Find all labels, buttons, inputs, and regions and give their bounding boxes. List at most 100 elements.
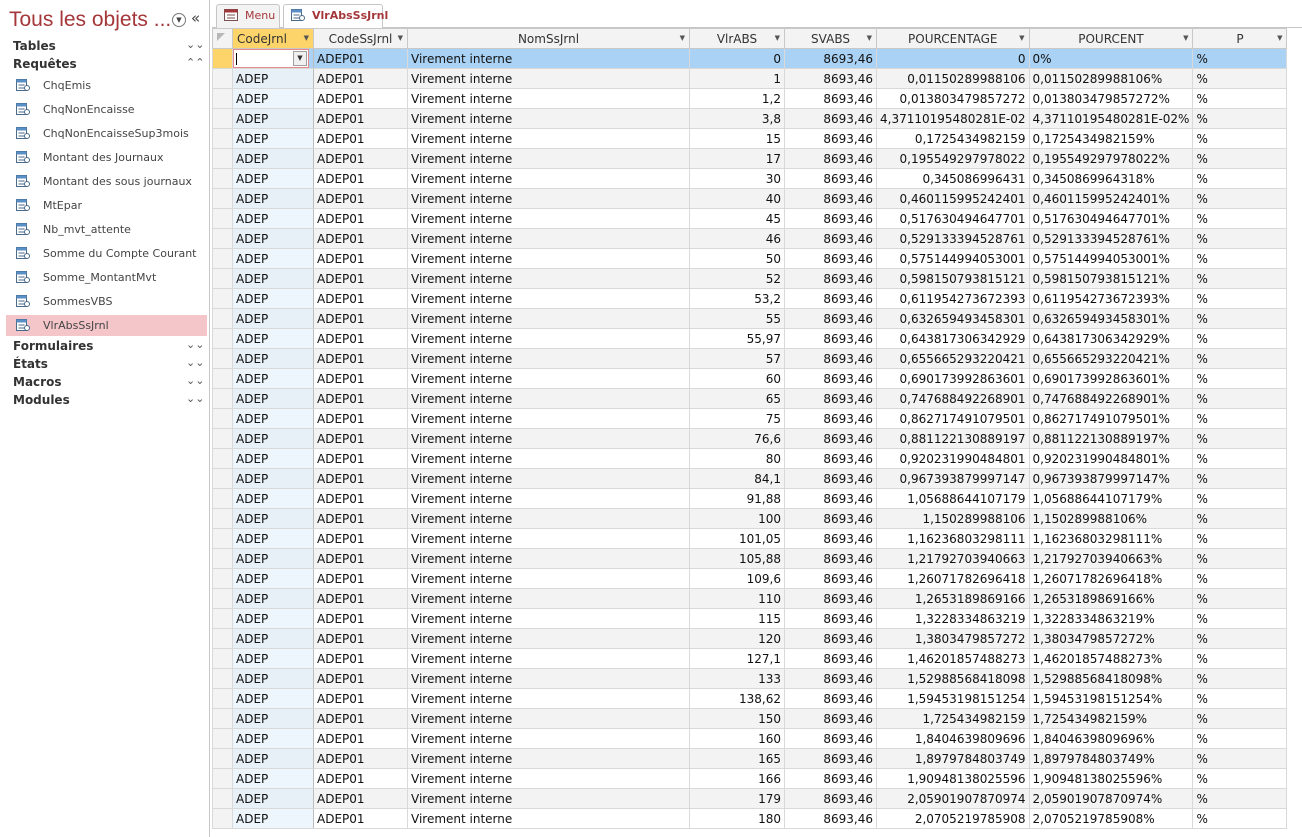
cell-nomssjrnl[interactable]: Virement interne (407, 468, 690, 489)
table-row[interactable]: ADEP ADEP01 Virement interne 133 8693,46 1,52… (212, 668, 1288, 689)
nav-item-query[interactable]: Somme du Compte Courant (6, 243, 207, 264)
table-row[interactable]: ADEP ADEP01 Virement interne 110 8693,46 1,26… (212, 588, 1288, 609)
nav-title[interactable]: Tous les objets ... (9, 8, 171, 32)
cell-p[interactable]: % (1192, 308, 1288, 329)
cell-vlrabs[interactable]: 0 (689, 48, 785, 69)
table-row[interactable]: ADEP ADEP01 Virement interne 52 8693,46 0,598… (212, 268, 1288, 289)
sort-filter-dropdown-icon[interactable]: ▼ (1019, 34, 1024, 42)
cell-nomssjrnl[interactable]: Virement interne (407, 728, 690, 749)
cell-nomssjrnl[interactable]: Virement interne (407, 668, 690, 689)
record-selector[interactable] (212, 48, 233, 69)
nav-item-query[interactable]: ChqEmis (6, 75, 207, 96)
nav-item-query[interactable]: ChqNonEncaisseSup3mois (6, 123, 207, 144)
cell-p[interactable]: % (1192, 408, 1288, 429)
cell-pourcent[interactable]: 0,529133394528761% (1028, 228, 1194, 249)
cell-svabs[interactable]: 8693,46 (784, 368, 877, 389)
record-selector[interactable] (212, 268, 233, 289)
nav-group-macros[interactable]: Macros ⌄⌄ (0, 374, 208, 392)
table-row[interactable]: ADEP ADEP01 Virement interne 115 8693,46 1,32… (212, 608, 1288, 629)
cell-codessjrnl[interactable]: ADEP01 (313, 788, 408, 809)
cell-codejrnl[interactable]: ADEP (232, 288, 314, 309)
table-row[interactable]: ADEP ADEP01 Virement interne 166 8693,46 1,90… (212, 768, 1288, 789)
record-selector[interactable] (212, 668, 233, 689)
cell-codessjrnl[interactable]: ADEP01 (313, 428, 408, 449)
cell-pourcentage[interactable]: 0,195549297978022 (876, 148, 1030, 169)
cell-p[interactable]: % (1192, 808, 1288, 829)
cell-codejrnl[interactable]: ADEP (232, 548, 314, 569)
cell-svabs[interactable]: 8693,46 (784, 68, 877, 89)
cell-svabs[interactable]: 8693,46 (784, 228, 877, 249)
cell-svabs[interactable]: 8693,46 (784, 408, 877, 429)
cell-svabs[interactable]: 8693,46 (784, 808, 877, 829)
column-header-vlrabs[interactable]: VlrABS ▼ (689, 28, 785, 49)
cell-pourcentage[interactable]: 0,1725434982159 (876, 128, 1030, 149)
nav-menu-dropdown-icon[interactable]: ▼ (172, 13, 186, 27)
record-selector[interactable] (212, 688, 233, 709)
cell-svabs[interactable]: 8693,46 (784, 748, 877, 769)
table-row[interactable]: ADEP ADEP01 Virement interne 160 8693,46 1,84… (212, 728, 1288, 749)
table-row[interactable]: ADEP ADEP01 Virement interne 40 8693,46 0,460… (212, 188, 1288, 209)
table-row[interactable]: ADEP ADEP01 Virement interne 109,6 8693,46 1,… (212, 568, 1288, 589)
table-row[interactable]: ADEP ADEP01 Virement interne 1,2 8693,46 0,01… (212, 88, 1288, 109)
table-row[interactable]: ADEP ADEP01 Virement interne 53,2 8693,46 0,6… (212, 288, 1288, 309)
cell-codessjrnl[interactable]: ADEP01 (313, 168, 408, 189)
cell-codejrnl[interactable]: ADEP (232, 468, 314, 489)
table-row[interactable]: ADEP ADEP01 Virement interne 80 8693,46 0,920… (212, 448, 1288, 469)
cell-pourcentage[interactable]: 0,575144994053001 (876, 248, 1030, 269)
cell-p[interactable]: % (1192, 268, 1288, 289)
cell-codessjrnl[interactable]: ADEP01 (313, 628, 408, 649)
cell-codejrnl[interactable]: ADEP (232, 208, 314, 229)
cell-vlrabs[interactable]: 109,6 (689, 568, 785, 589)
record-selector[interactable] (212, 648, 233, 669)
cell-pourcent[interactable]: 0,632659493458301% (1028, 308, 1194, 329)
cell-codejrnl[interactable]: ADEP (232, 168, 314, 189)
record-selector[interactable] (212, 708, 233, 729)
cell-vlrabs[interactable]: 15 (689, 128, 785, 149)
cell-svabs[interactable]: 8693,46 (784, 188, 877, 209)
cell-codessjrnl[interactable]: ADEP01 (313, 388, 408, 409)
cell-codessjrnl[interactable]: ADEP01 (313, 68, 408, 89)
cell-nomssjrnl[interactable]: Virement interne (407, 88, 690, 109)
record-selector[interactable] (212, 788, 233, 809)
cell-svabs[interactable]: 8693,46 (784, 348, 877, 369)
cell-codejrnl[interactable]: ADEP (232, 128, 314, 149)
record-selector[interactable] (212, 308, 233, 329)
table-row[interactable]: ADEP ADEP01 Virement interne 46 8693,46 0,529… (212, 228, 1288, 249)
cell-nomssjrnl[interactable]: Virement interne (407, 408, 690, 429)
cell-pourcent[interactable]: 0,460115995242401% (1028, 188, 1194, 209)
chevron-down-icon[interactable]: ⌄⌄ (186, 356, 204, 369)
cell-codejrnl[interactable]: ADEP (232, 568, 314, 589)
cell-vlrabs[interactable]: 53,2 (689, 288, 785, 309)
cell-pourcent[interactable]: 0,881122130889197% (1028, 428, 1194, 449)
cell-pourcentage[interactable]: 0 (876, 48, 1030, 69)
table-row[interactable]: ADEP ADEP01 Virement interne 55,97 8693,46 0,… (212, 328, 1288, 349)
cell-pourcentage[interactable]: 1,46201857488273 (876, 648, 1030, 669)
cell-vlrabs[interactable]: 179 (689, 788, 785, 809)
cell-vlrabs[interactable]: 105,88 (689, 548, 785, 569)
cell-vlrabs[interactable]: 17 (689, 148, 785, 169)
cell-p[interactable]: % (1192, 148, 1288, 169)
cell-codessjrnl[interactable]: ADEP01 (313, 88, 408, 109)
table-row[interactable]: ADEP ADEP01 Virement interne 57 8693,46 0,655… (212, 348, 1288, 369)
cell-p[interactable]: % (1192, 428, 1288, 449)
cell-svabs[interactable]: 8693,46 (784, 388, 877, 409)
cell-nomssjrnl[interactable]: Virement interne (407, 328, 690, 349)
cell-nomssjrnl[interactable]: Virement interne (407, 248, 690, 269)
cell-p[interactable]: % (1192, 288, 1288, 309)
cell-codessjrnl[interactable]: ADEP01 (313, 748, 408, 769)
cell-codessjrnl[interactable]: ADEP01 (313, 348, 408, 369)
cell-pourcentage[interactable]: 1,59453198151254 (876, 688, 1030, 709)
cell-nomssjrnl[interactable]: Virement interne (407, 108, 690, 129)
cell-codejrnl[interactable]: ADEP (232, 728, 314, 749)
record-selector[interactable] (212, 68, 233, 89)
cell-codejrnl[interactable]: ▼ (232, 48, 314, 69)
cell-codejrnl[interactable]: ADEP (232, 448, 314, 469)
nav-item-query[interactable]: Montant des sous journaux (6, 171, 207, 192)
nav-item-query[interactable]: SommesVBS (6, 291, 207, 312)
cell-nomssjrnl[interactable]: Virement interne (407, 808, 690, 829)
cell-pourcent[interactable]: 0,862717491079501% (1028, 408, 1194, 429)
nav-header[interactable]: Tous les objets ... ▼ « (0, 8, 210, 34)
cell-pourcent[interactable]: 0,598150793815121% (1028, 268, 1194, 289)
cell-codejrnl[interactable]: ADEP (232, 508, 314, 529)
cell-svabs[interactable]: 8693,46 (784, 648, 877, 669)
